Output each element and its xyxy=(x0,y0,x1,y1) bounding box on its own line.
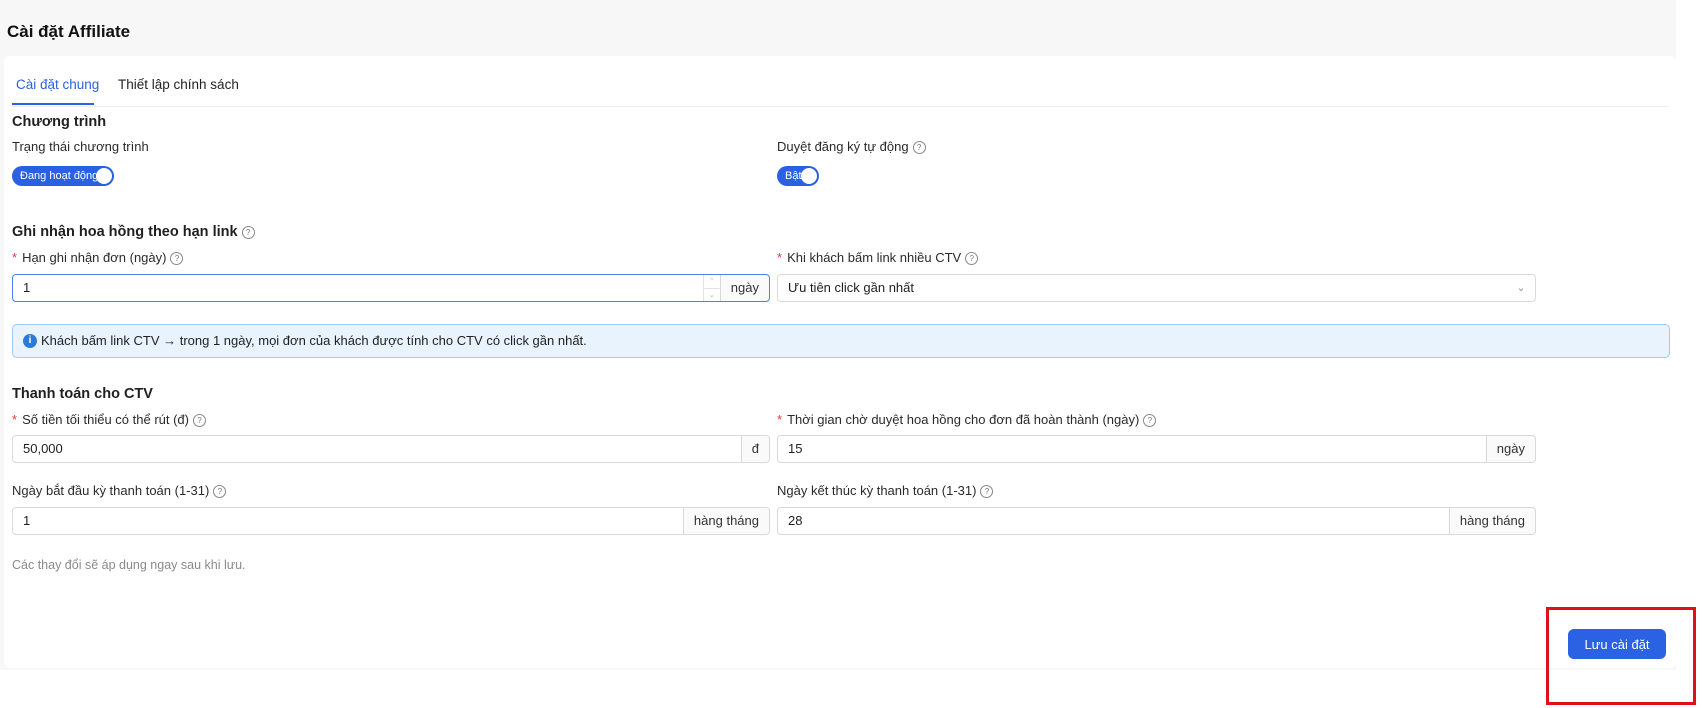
stepper-down-icon[interactable]: ⌄ xyxy=(703,288,720,302)
required-mark: * xyxy=(777,250,783,265)
window-label: * Hạn ghi nhận đơn (ngày)? xyxy=(12,250,184,265)
window-unit: ngày xyxy=(719,275,769,301)
help-icon[interactable]: ? xyxy=(980,485,994,498)
help-icon[interactable]: ? xyxy=(241,226,255,239)
required-mark: * xyxy=(12,250,18,265)
footer-note: Các thay đổi sẽ áp dụng ngay sau khi lưu… xyxy=(12,558,246,572)
help-icon[interactable]: ? xyxy=(965,252,979,265)
program-section-title: Chương trình xyxy=(12,114,107,130)
auto-approve-label: Duyệt đăng ký tự động? xyxy=(777,139,926,154)
multi-click-select-value: Ưu tiên click gần nhất xyxy=(788,280,915,295)
multi-click-label: * Khi khách bấm link nhiều CTV? xyxy=(777,250,979,265)
stepper-up-icon[interactable]: ⌃ xyxy=(704,275,720,288)
tab-bar: Cài đặt chung Thiết lập chính sách xyxy=(12,56,1668,107)
min-withdraw-unit: đ xyxy=(740,436,769,462)
number-stepper[interactable]: ⌃ ⌄ xyxy=(702,275,720,302)
page-title: Cài đặt Affiliate xyxy=(7,22,131,41)
start-label-text: Ngày bắt đầu kỳ thanh toán (1-31) xyxy=(12,483,210,498)
auto-approve-text: Bật xyxy=(785,170,802,182)
tab-policy[interactable]: Thiết lập chính sách xyxy=(118,77,239,92)
start-label: Ngày bắt đầu kỳ thanh toán (1-31)? xyxy=(12,483,227,498)
info-icon: i xyxy=(23,334,37,348)
hold-label: * Thời gian chờ duyệt hoa hồng cho đơn đã… xyxy=(777,412,1157,427)
help-icon[interactable]: ? xyxy=(912,141,926,154)
start-value: 1 xyxy=(23,513,31,528)
multi-click-label-text: Khi khách bấm link nhiều CTV xyxy=(787,250,962,265)
program-status-label: Trạng thái chương trình xyxy=(12,139,149,154)
end-label: Ngày kết thúc kỳ thanh toán (1-31)? xyxy=(777,483,994,498)
help-icon[interactable]: ? xyxy=(213,485,227,498)
program-status-toggle[interactable]: Đang hoạt động xyxy=(12,166,114,186)
commission-section-title-text: Ghi nhận hoa hồng theo hạn link xyxy=(12,224,238,240)
chevron-down-icon[interactable]: ⌄ xyxy=(1507,275,1535,301)
min-withdraw-label: * Số tiền tối thiểu có thể rút (đ)? xyxy=(12,412,206,427)
start-unit: hàng tháng xyxy=(682,508,769,534)
auto-approve-toggle[interactable]: Bật xyxy=(777,166,819,186)
help-icon[interactable]: ? xyxy=(1143,414,1157,427)
help-icon[interactable]: ? xyxy=(170,252,184,265)
highlight-box xyxy=(1546,607,1696,705)
end-input[interactable]: 28 hàng tháng xyxy=(777,507,1536,535)
hold-value: 15 xyxy=(788,441,803,456)
required-mark: * xyxy=(777,412,783,427)
tab-general[interactable]: Cài đặt chung xyxy=(16,77,99,92)
auto-approve-label-text: Duyệt đăng ký tự động xyxy=(777,139,909,154)
hold-input[interactable]: 15 ngày xyxy=(777,435,1536,463)
window-label-text: Hạn ghi nhận đơn (ngày) xyxy=(22,250,167,265)
info-alert: i Khách bấm link CTV → trong 1 ngày, mọi… xyxy=(12,324,1670,358)
min-withdraw-value: 50,000 xyxy=(23,441,63,456)
start-input[interactable]: 1 hàng tháng xyxy=(12,507,770,535)
hold-label-text: Thời gian chờ duyệt hoa hồng cho đơn đã … xyxy=(787,412,1140,427)
end-label-text: Ngày kết thúc kỳ thanh toán (1-31) xyxy=(777,483,977,498)
min-withdraw-input[interactable]: 50,000 đ xyxy=(12,435,770,463)
multi-click-select[interactable]: Ưu tiên click gần nhất ⌄ xyxy=(777,274,1536,302)
payment-section-title: Thanh toán cho CTV xyxy=(12,386,153,402)
info-alert-text: Khách bấm link CTV → trong 1 ngày, mọi đ… xyxy=(41,333,587,348)
help-icon[interactable]: ? xyxy=(193,414,206,427)
window-input[interactable]: 1 ⌃ ⌄ ngày xyxy=(12,274,770,302)
hold-unit: ngày xyxy=(1485,436,1535,462)
window-input-value: 1 xyxy=(23,280,31,295)
toggle-knob xyxy=(801,168,817,184)
required-mark: * xyxy=(12,412,18,427)
active-tab-indicator xyxy=(12,103,94,105)
toggle-knob xyxy=(96,168,112,184)
end-unit: hàng tháng xyxy=(1448,508,1535,534)
program-status-text: Đang hoạt động xyxy=(20,170,99,182)
min-withdraw-label-text: Số tiền tối thiểu có thể rút (đ) xyxy=(22,412,189,427)
end-value: 28 xyxy=(788,513,803,528)
commission-section-title: Ghi nhận hoa hồng theo hạn link? xyxy=(12,224,255,240)
settings-card: Cài đặt chung Thiết lập chính sách Chươn… xyxy=(4,56,1676,668)
